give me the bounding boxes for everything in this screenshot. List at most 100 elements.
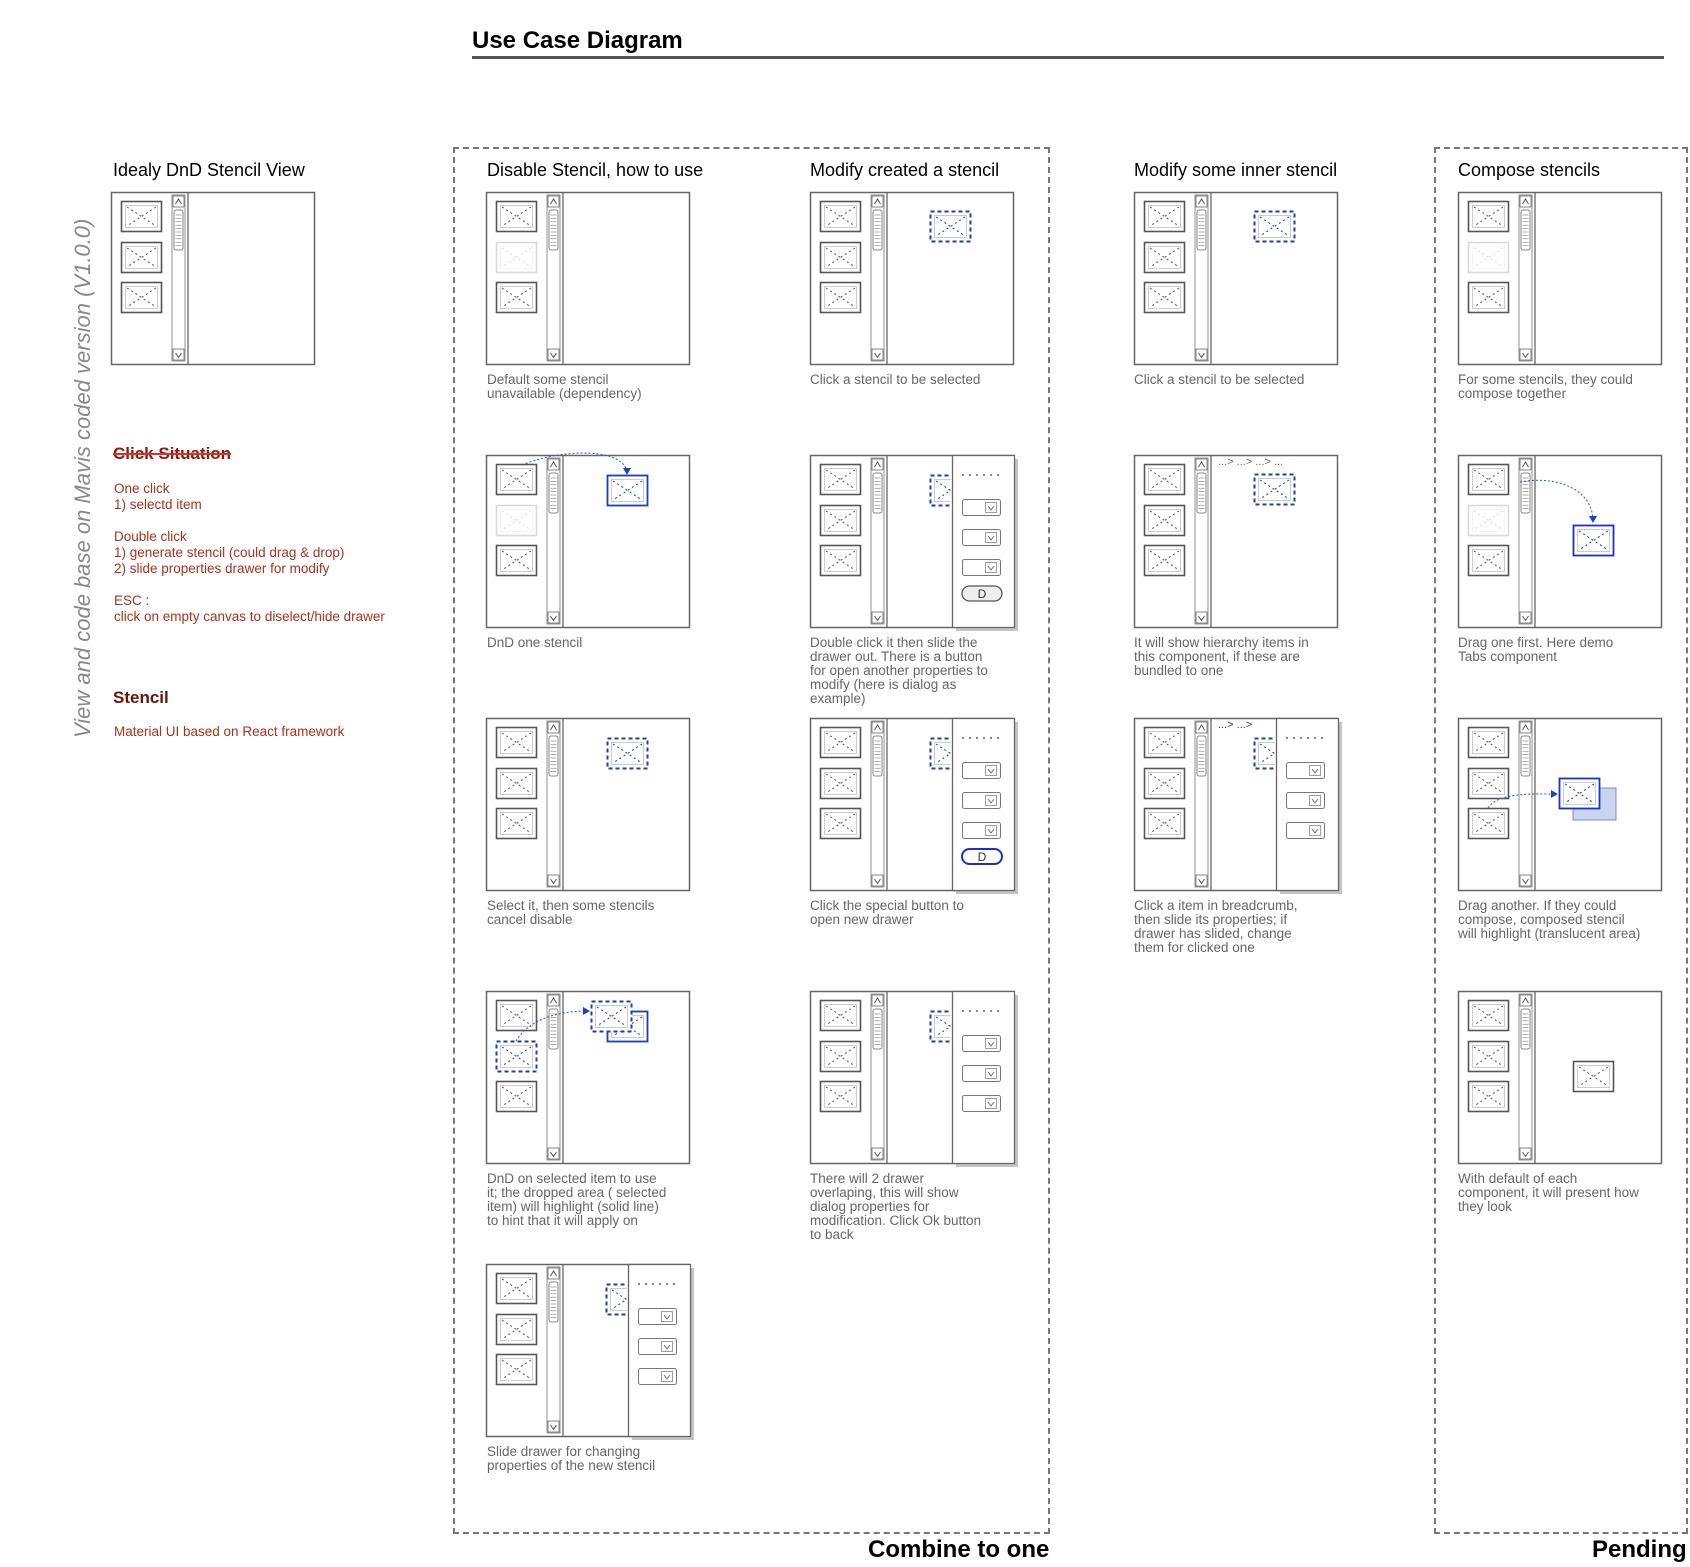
placeholder-frame xyxy=(1143,200,1186,233)
placeholder-frame xyxy=(1143,241,1186,274)
dropdown-arrow-box xyxy=(985,825,997,836)
placeholder-frame xyxy=(1143,767,1186,800)
scroll-up-button xyxy=(547,195,560,208)
scroll-up-button xyxy=(547,994,560,1007)
stencil-list-icon xyxy=(495,504,538,537)
placeholder-frame xyxy=(495,463,538,496)
dropdown-arrow-box xyxy=(985,562,997,573)
selected-stencil xyxy=(606,737,649,770)
placeholder-frame xyxy=(1467,726,1510,759)
stencil-list-icon xyxy=(819,999,862,1032)
dropdown-arrow-box xyxy=(985,1068,997,1079)
placeholder-frame xyxy=(495,1272,538,1305)
placeholder-frame xyxy=(819,544,862,577)
placeholder-frame xyxy=(1143,726,1186,759)
placeholder-frame xyxy=(495,1040,538,1073)
scroll-thumb xyxy=(1520,1008,1531,1050)
scroll-up-button xyxy=(172,195,185,208)
stencil-panel xyxy=(1133,191,1339,366)
scroll-thumb xyxy=(872,735,883,777)
properties-drawer xyxy=(951,990,1018,1167)
dropdown-arrow-box xyxy=(661,1311,673,1322)
composed-stencil xyxy=(1558,777,1601,810)
stencil-list-icon xyxy=(495,807,538,840)
stencil-list-icon xyxy=(1467,767,1510,800)
stencil-list-icon xyxy=(495,463,538,496)
dragged-stencil xyxy=(590,1000,633,1033)
dropdown-arrow-box xyxy=(1309,765,1321,776)
selected-stencil xyxy=(929,210,972,243)
placeholder-frame xyxy=(819,200,862,233)
stencil-list-icon xyxy=(120,281,163,314)
stencil-list-icon xyxy=(495,1353,538,1386)
scroll-thumb xyxy=(1520,735,1531,777)
stencil-list-icon xyxy=(819,241,862,274)
scroll-thumb xyxy=(548,1281,559,1323)
placeholder-frame xyxy=(495,281,538,314)
scroll-thumb xyxy=(548,735,559,777)
stencil-list-icon xyxy=(1467,200,1510,233)
scroll-up-button xyxy=(1519,195,1532,208)
placeholder-frame xyxy=(1143,807,1186,840)
properties-drawer xyxy=(1275,717,1342,894)
default-stencil xyxy=(1572,1060,1615,1093)
stencil-list-icon xyxy=(819,1040,862,1073)
scroll-thumb xyxy=(1196,209,1207,251)
scroll-thumb xyxy=(1520,209,1531,251)
placeholder-frame xyxy=(1572,524,1615,557)
dropdown-arrow-box xyxy=(985,502,997,513)
stencil-list-icon xyxy=(495,281,538,314)
dropdown-arrow-box xyxy=(985,1098,997,1109)
selected-stencil xyxy=(1253,473,1296,506)
scroll-up-button xyxy=(871,195,884,208)
dropdown-arrow-box xyxy=(985,795,997,806)
placeholder-frame xyxy=(819,281,862,314)
stencil-list-icon xyxy=(495,767,538,800)
scroll-thumb xyxy=(548,1008,559,1050)
stencil-list-icon xyxy=(819,1080,862,1113)
properties-drawer: D xyxy=(951,454,1018,631)
scroll-thumb xyxy=(1196,735,1207,777)
stencil-panel xyxy=(485,191,691,366)
placeholder-frame xyxy=(495,807,538,840)
stencil-list-icon xyxy=(819,544,862,577)
dropdown-arrow-box xyxy=(661,1341,673,1352)
stencil-list-icon xyxy=(1467,726,1510,759)
placeholder-frame xyxy=(1467,241,1510,274)
placeholder-frame xyxy=(819,463,862,496)
placeholder-frame xyxy=(819,726,862,759)
stencil-list-icon xyxy=(495,1272,538,1305)
stencil-list-icon xyxy=(120,241,163,274)
placeholder-frame xyxy=(495,726,538,759)
stencil-list-icon xyxy=(495,1313,538,1346)
stencil-list-icon xyxy=(1467,241,1510,274)
placeholder-frame xyxy=(1143,544,1186,577)
placeholder-frame xyxy=(1467,544,1510,577)
placeholder-frame xyxy=(606,737,649,770)
stencil-list-icon xyxy=(1143,281,1186,314)
scroll-up-button xyxy=(871,721,884,734)
dropped-stencil xyxy=(1572,524,1615,557)
open-dialog-button-label: D xyxy=(978,587,987,601)
stencil-panel xyxy=(110,191,316,366)
placeholder-frame xyxy=(1143,281,1186,314)
placeholder-frame xyxy=(1253,473,1296,506)
placeholder-frame xyxy=(1467,999,1510,1032)
scroll-up-button xyxy=(547,721,560,734)
wireframe-panels: D D ...> ...> ...> ... ...> ...> xyxy=(110,191,1663,1440)
stencil-list-icon xyxy=(819,726,862,759)
scroll-up-button xyxy=(871,994,884,1007)
placeholder-frame xyxy=(1467,1040,1510,1073)
placeholder-frame xyxy=(819,767,862,800)
stencil-panel xyxy=(485,990,691,1165)
placeholder-frame xyxy=(1467,767,1510,800)
dropdown-arrow-box xyxy=(1309,795,1321,806)
placeholder-frame xyxy=(819,807,862,840)
stencil-list-icon xyxy=(819,200,862,233)
scroll-thumb xyxy=(872,1008,883,1050)
placeholder-frame xyxy=(1467,281,1510,314)
placeholder-frame xyxy=(495,241,538,274)
dropdown-arrow-box xyxy=(661,1371,673,1382)
placeholder-frame xyxy=(819,241,862,274)
stencil-list-icon xyxy=(1143,767,1186,800)
